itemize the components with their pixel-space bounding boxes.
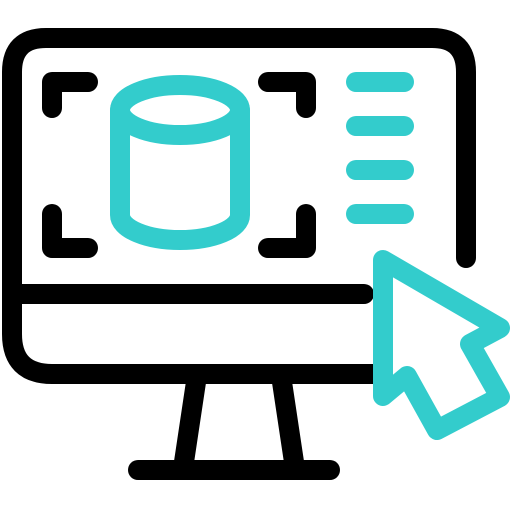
3d-modeling-monitor-icon <box>0 0 512 512</box>
monitor-stand-right <box>272 372 304 472</box>
cylinder-top <box>110 75 250 145</box>
crop-frame-icon <box>42 72 316 258</box>
frame-corner-bottom-left <box>42 204 98 258</box>
frame-corner-top-left <box>42 72 98 118</box>
monitor-stand-left <box>174 372 206 472</box>
frame-corner-top-right <box>258 72 316 118</box>
cursor-arrow-icon <box>373 250 510 440</box>
menu-lines-icon <box>346 72 414 224</box>
cursor-arrow <box>373 250 510 440</box>
icon-svg <box>2 28 510 480</box>
frame-corner-bottom-right <box>258 204 316 258</box>
cylinder-icon <box>110 75 250 250</box>
